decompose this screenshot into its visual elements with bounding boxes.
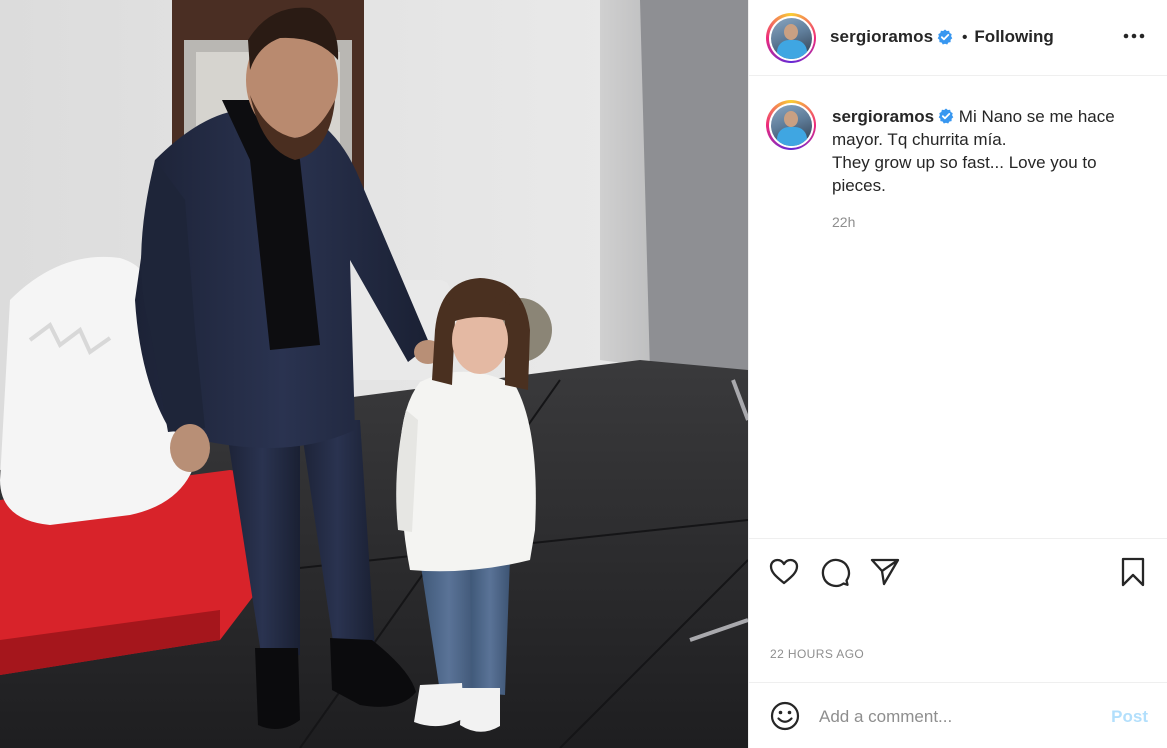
verified-badge-icon (937, 29, 953, 45)
caption-time[interactable]: 22h (832, 214, 855, 230)
post-photo[interactable] (0, 0, 748, 748)
comment-icon[interactable] (819, 556, 851, 588)
emoji-icon[interactable] (769, 700, 801, 732)
post-timestamp[interactable]: 22 HOURS AGO (770, 647, 864, 661)
post-header: sergioramos • Following (749, 0, 1167, 76)
author-username[interactable]: sergioramos (830, 27, 933, 47)
caption-line-2: They grow up so fast... Love you to piec… (832, 153, 1097, 195)
heart-icon[interactable] (768, 556, 800, 588)
post-side-panel: sergioramos • Following sergioramos Mi N… (748, 0, 1167, 748)
comment-input[interactable] (819, 704, 1099, 730)
caption-avatar[interactable] (766, 100, 816, 150)
bookmark-icon[interactable] (1117, 556, 1149, 588)
separator-dot: • (962, 28, 968, 46)
following-button[interactable]: Following (974, 27, 1053, 47)
post-actions (749, 538, 1167, 604)
post-comment-button[interactable]: Post (1111, 707, 1148, 727)
author-avatar[interactable] (766, 13, 816, 63)
verified-badge-icon (938, 108, 954, 124)
comment-box: Post (749, 682, 1167, 748)
caption-username[interactable]: sergioramos (832, 107, 934, 126)
photo-illustration (0, 0, 748, 748)
caption-text: sergioramos Mi Nano se me hace mayor. Tq… (832, 105, 1152, 197)
send-icon[interactable] (869, 556, 901, 588)
more-options-icon[interactable] (1122, 24, 1146, 48)
